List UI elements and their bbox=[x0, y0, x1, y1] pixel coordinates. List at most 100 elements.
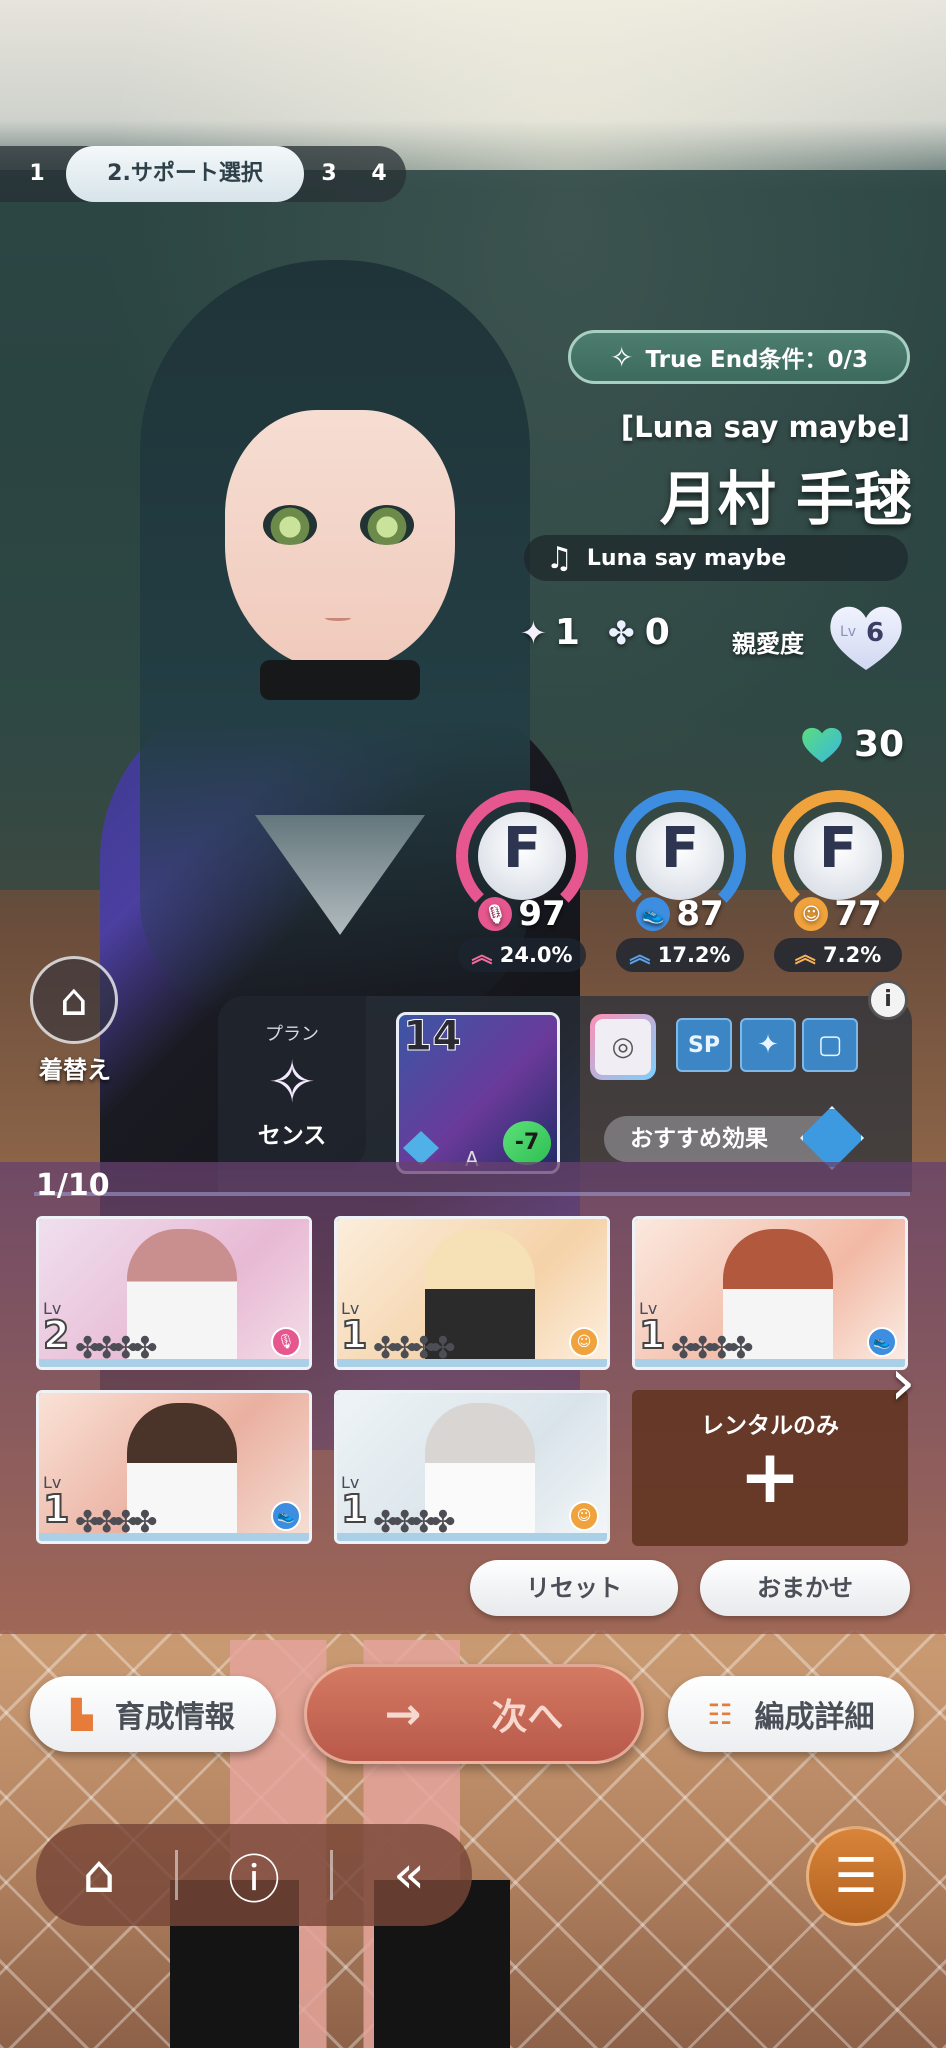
visual-type-icon: ☺ bbox=[569, 1501, 599, 1531]
info-button[interactable]: i bbox=[868, 980, 908, 1020]
step-4[interactable]: 4 bbox=[362, 146, 396, 202]
costume-change-label: 着替え bbox=[39, 1056, 111, 1084]
costume-change-button[interactable]: ⌂ 着替え bbox=[30, 956, 120, 1085]
card-level: 1 bbox=[340, 1312, 368, 1358]
help-icon[interactable]: ⓘ bbox=[204, 1838, 304, 1913]
idol-choker bbox=[260, 660, 420, 700]
sparkle-icon: ✧ bbox=[610, 340, 634, 374]
true-end-label: True End条件：0/3 bbox=[645, 347, 868, 373]
bar-chart-icon: ▙ bbox=[71, 1697, 93, 1731]
visual-gauge: F ☺ 77 ︽ 7.2% bbox=[768, 786, 908, 972]
support-card[interactable]: Lv 1 ✤✤✤✤ ☺ bbox=[334, 1216, 610, 1370]
hanger-icon: ⌂ bbox=[30, 956, 118, 1044]
sense-m-icon bbox=[403, 1131, 439, 1165]
skill-slot-card-add[interactable]: ✦ bbox=[740, 1018, 796, 1072]
vocal-grade: F bbox=[502, 816, 542, 881]
song-title: Luna say maybe bbox=[586, 545, 787, 571]
resource-counts: ✦ 1 ✤ 0 bbox=[520, 612, 670, 653]
sp-count: 1 bbox=[554, 612, 580, 653]
memory-card[interactable]: 14 A -7 bbox=[396, 1012, 560, 1174]
card-plus-icon: ✦ bbox=[757, 1030, 779, 1060]
deck-page-count: 1/10 bbox=[36, 1168, 110, 1203]
plan-name: センス bbox=[257, 1123, 327, 1149]
dance-type-icon: 👟 bbox=[271, 1501, 301, 1531]
next-label: 次へ bbox=[491, 1697, 564, 1738]
next-button[interactable]: → 次へ bbox=[304, 1664, 644, 1764]
reset-button[interactable]: リセット bbox=[470, 1560, 678, 1616]
arrow-right-icon: → bbox=[384, 1688, 422, 1740]
card-bar bbox=[337, 1359, 607, 1367]
dance-ring: F bbox=[610, 786, 750, 922]
support-card[interactable]: Lv 1 ✤✤✤✤ 👟 bbox=[36, 1390, 312, 1544]
formation-details-button[interactable]: ☷ 編成詳細 bbox=[668, 1676, 914, 1752]
up-chevron-icon: ︽ bbox=[794, 943, 816, 967]
idol-face bbox=[225, 410, 455, 670]
sense-star-icon: ✧ bbox=[267, 1048, 317, 1116]
back-icon[interactable]: « bbox=[359, 1845, 459, 1905]
plan-title: プラン bbox=[265, 1024, 319, 1045]
rental-slot-button[interactable]: レンタルのみ + bbox=[632, 1390, 908, 1546]
visual-ring: F bbox=[768, 786, 908, 922]
dance-bonus-value: 17.2% bbox=[657, 943, 731, 967]
memory-card-level: 14 bbox=[402, 1012, 462, 1061]
training-info-button[interactable]: ▙ 育成情報 bbox=[30, 1676, 276, 1752]
hamburger-icon: ☰ bbox=[834, 1848, 878, 1904]
card-bar bbox=[39, 1359, 309, 1367]
up-chevron-icon: ︽ bbox=[471, 943, 493, 967]
card-search-icon: ▢ bbox=[817, 1030, 843, 1060]
clover-icon: ✤ bbox=[607, 613, 635, 652]
visual-icon: ☺ bbox=[794, 897, 829, 931]
visual-bonus: ︽ 7.2% bbox=[774, 938, 902, 972]
card-level: 2 bbox=[42, 1312, 70, 1358]
skill-slot-card-search[interactable]: ▢ bbox=[802, 1018, 858, 1072]
auto-select-button[interactable]: おまかせ bbox=[700, 1560, 910, 1616]
affinity-label: 親愛度 bbox=[732, 630, 804, 658]
step-2-support-select[interactable]: 2.サポート選択 bbox=[66, 146, 304, 202]
card-bar bbox=[635, 1359, 905, 1367]
card-level: 1 bbox=[42, 1486, 70, 1532]
card-level: 1 bbox=[638, 1312, 666, 1358]
affinity-heart-badge[interactable]: Lv 6 bbox=[826, 600, 906, 674]
vocal-bonus-value: 24.0% bbox=[499, 943, 573, 967]
earbuds-icon: ◎ bbox=[595, 1019, 651, 1075]
support-card[interactable]: Lv 2 ✤✤✤✤ 🎙 bbox=[36, 1216, 312, 1370]
affinity-lv-prefix: Lv bbox=[840, 624, 857, 640]
step-3[interactable]: 3 bbox=[312, 146, 346, 202]
nav-divider bbox=[330, 1850, 333, 1900]
support-card[interactable]: Lv 1 ✤✤✤✤ ☺ bbox=[334, 1390, 610, 1544]
vocal-ring: F bbox=[452, 786, 592, 922]
skill-slot-item[interactable]: ◎ bbox=[590, 1014, 656, 1080]
card-bar bbox=[39, 1533, 309, 1541]
visual-value-row: ☺ 77 bbox=[768, 894, 908, 934]
training-info-label: 育成情報 bbox=[114, 1700, 235, 1735]
sp-sparkle-icon: ✦ bbox=[520, 613, 547, 652]
idol-card-subtitle: [Luna say maybe] bbox=[620, 410, 910, 444]
home-icon[interactable]: ⌂ bbox=[49, 1845, 149, 1905]
vocal-value: 97 bbox=[518, 894, 566, 934]
bottom-nav: ⌂ ⓘ « bbox=[36, 1824, 472, 1926]
dance-value: 87 bbox=[676, 894, 724, 934]
up-chevron-icon: ︽ bbox=[629, 943, 651, 967]
dance-bonus: ︽ 17.2% bbox=[616, 938, 744, 972]
song-bar[interactable]: ♫ Luna say maybe bbox=[524, 535, 908, 581]
skill-slot-sp[interactable]: SP bbox=[676, 1018, 732, 1072]
support-card[interactable]: Lv 1 ✤✤✤✤ 👟 bbox=[632, 1216, 908, 1370]
idol-eye-left bbox=[263, 505, 317, 545]
list-icon: ☷ bbox=[707, 1697, 733, 1731]
menu-button[interactable]: ☰ bbox=[806, 1826, 906, 1926]
mic-icon: 🎙 bbox=[478, 897, 513, 931]
dance-value-row: 👟 87 bbox=[610, 894, 750, 934]
vocal-value-row: 🎙 97 bbox=[452, 894, 592, 934]
nav-divider bbox=[175, 1850, 178, 1900]
true-end-condition-button[interactable]: ✧ True End条件：0/3 bbox=[568, 330, 910, 384]
dance-grade: F bbox=[660, 816, 700, 881]
next-page-chevron-icon[interactable]: › bbox=[890, 1346, 916, 1420]
plan-badge[interactable]: プラン ✧ センス bbox=[218, 996, 366, 1170]
idol-name: 月村 手毬 bbox=[659, 465, 912, 533]
stamina-value: 30 bbox=[854, 724, 905, 765]
vocal-gauge: F 🎙 97 ︽ 24.0% bbox=[452, 786, 592, 972]
idol-eye-right bbox=[360, 505, 414, 545]
dance-icon: 👟 bbox=[636, 897, 671, 931]
dance-gauge: F 👟 87 ︽ 17.2% bbox=[610, 786, 750, 972]
step-1[interactable]: 1 bbox=[22, 146, 52, 202]
